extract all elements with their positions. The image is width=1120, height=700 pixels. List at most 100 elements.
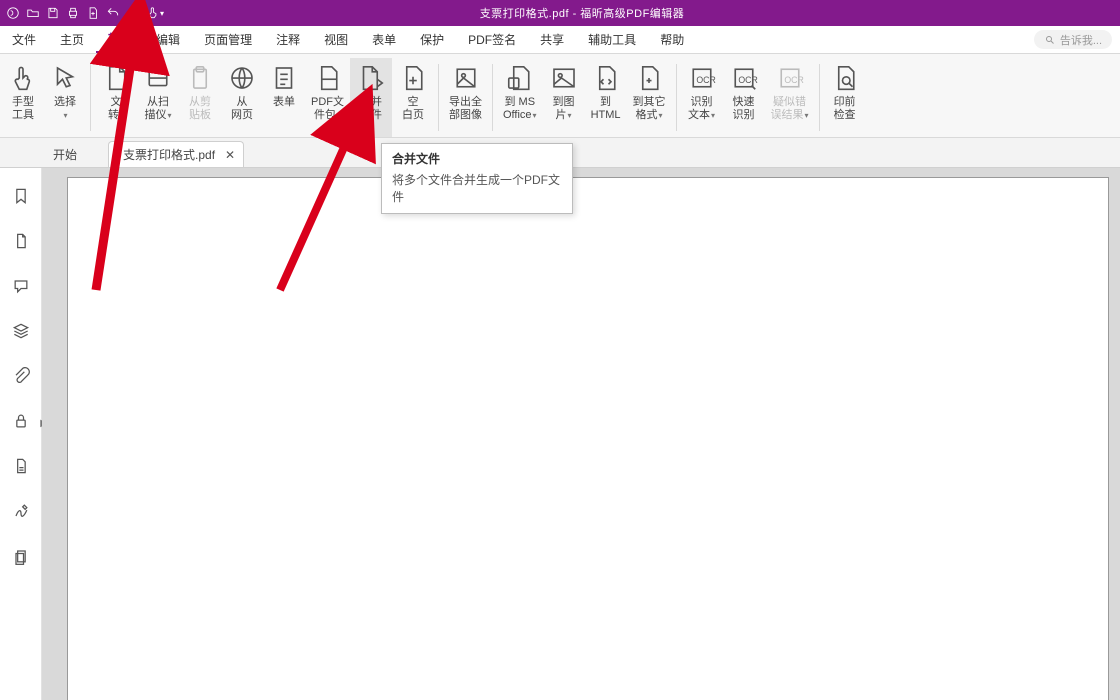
ribbon-preflight[interactable]: 印前检查	[824, 58, 866, 137]
menu-保护[interactable]: 保护	[408, 26, 456, 53]
side-sign-icon[interactable]	[11, 501, 31, 526]
tooltip-description: 将多个文件合并生成一个PDF文件	[392, 171, 562, 205]
ribbon-scanner[interactable]: 从扫描仪▾	[137, 58, 179, 137]
image-icon	[549, 60, 579, 96]
ribbon-label: 疑似错误结果▾	[771, 96, 809, 122]
menu-页面管理[interactable]: 页面管理	[192, 26, 264, 53]
ribbon-label: 到其它格式▾	[633, 96, 666, 122]
side-clipboard-icon[interactable]	[11, 546, 31, 571]
tooltip: 合并文件 将多个文件合并生成一个PDF文件	[381, 143, 573, 214]
ribbon-ocr-fast[interactable]: OCR 快速识别	[723, 58, 765, 137]
side-layers-icon[interactable]	[11, 321, 31, 346]
doc-tab[interactable]: 支票打印格式.pdf ✕	[108, 141, 244, 167]
ribbon-select[interactable]: 选择▾	[44, 58, 86, 137]
side-attach-icon[interactable]	[11, 366, 31, 391]
ribbon-ocr-err: OCR 疑似错误结果▾	[765, 58, 815, 137]
new-icon[interactable]	[86, 6, 100, 20]
other-icon	[634, 60, 664, 96]
svg-text:OCR: OCR	[784, 75, 803, 85]
menu-PDF签名[interactable]: PDF签名	[456, 26, 528, 53]
ribbon-form[interactable]: 表单	[263, 58, 305, 137]
ribbon-label: 快速识别	[733, 96, 755, 122]
close-tab-icon[interactable]: ✕	[225, 148, 235, 162]
scanner-icon	[143, 60, 173, 96]
ribbon-clip: 从剪贴板	[179, 58, 221, 137]
form-icon	[269, 60, 299, 96]
menu-共享[interactable]: 共享	[528, 26, 576, 53]
doc-icon	[101, 60, 131, 96]
quick-access-toolbar: ▾	[0, 6, 164, 20]
ribbon-globe[interactable]: 从网页	[221, 58, 263, 137]
ocr-fast-icon: OCR	[729, 60, 759, 96]
menu-表单[interactable]: 表单	[360, 26, 408, 53]
ribbon-label: 从剪贴板	[189, 96, 211, 122]
menu-帮助[interactable]: 帮助	[648, 26, 696, 53]
menu-bar: 文件主页转换编辑页面管理注释视图表单保护PDF签名共享辅助工具帮助 告诉我...	[0, 26, 1120, 54]
export-img-icon	[451, 60, 481, 96]
window-title: 支票打印格式.pdf - 福昕高级PDF编辑器	[164, 5, 1000, 21]
doc-tab-label: 开始	[53, 146, 77, 163]
select-icon	[50, 60, 80, 96]
doc-tab-label: 支票打印格式.pdf	[123, 146, 215, 163]
ribbon-export-img[interactable]: 导出全部图像	[443, 58, 488, 137]
ribbon: 手型工具选择▾ 文转▾ 从扫描仪▾ 从剪贴板从网页 表单 PDF文件包▾ 合并文件空白页导出…	[0, 54, 1120, 138]
print-icon[interactable]	[66, 6, 80, 20]
ribbon-label: 从网页	[231, 96, 253, 122]
ribbon-merge[interactable]: 合并文件	[350, 58, 392, 137]
package-icon	[313, 60, 343, 96]
menu-文件[interactable]: 文件	[0, 26, 48, 53]
ribbon-label: 表单	[273, 96, 295, 109]
menu-视图[interactable]: 视图	[312, 26, 360, 53]
undo-icon[interactable]	[106, 6, 120, 20]
tooltip-title: 合并文件	[392, 150, 562, 167]
ribbon-label: 从扫描仪▾	[144, 96, 171, 122]
menu-主页[interactable]: 主页	[48, 26, 96, 53]
ribbon-label: 印前检查	[834, 96, 856, 122]
side-bookmark-icon[interactable]	[11, 186, 31, 211]
ribbon-label: 手型工具	[12, 96, 34, 122]
save-icon[interactable]	[46, 6, 60, 20]
ribbon-image[interactable]: 到图片▾	[543, 58, 585, 137]
ocr-icon: OCR	[687, 60, 717, 96]
ribbon-label: 到 MSOffice▾	[503, 96, 537, 122]
ribbon-doc[interactable]: 文转▾	[95, 58, 137, 137]
redo-icon[interactable]	[126, 6, 140, 20]
ribbon-label: 选择▾	[54, 96, 76, 122]
merge-icon	[356, 60, 386, 96]
preflight-icon	[830, 60, 860, 96]
ribbon-label: 空白页	[402, 96, 424, 122]
svg-text:OCR: OCR	[696, 75, 715, 85]
document-area	[42, 168, 1120, 700]
side-comment-icon[interactable]	[11, 276, 31, 301]
globe-icon	[227, 60, 257, 96]
ocr-err-icon: OCR	[775, 60, 805, 96]
tell-me-search[interactable]: 告诉我...	[1034, 30, 1112, 49]
svg-text:OCR: OCR	[738, 75, 757, 85]
ribbon-label: 识别文本▾	[688, 96, 715, 122]
touch-icon[interactable]: ▾	[146, 6, 164, 20]
side-fill-icon[interactable]	[11, 456, 31, 481]
side-security-icon[interactable]	[11, 411, 31, 436]
menu-转换[interactable]: 转换	[96, 26, 144, 53]
ribbon-html[interactable]: 到HTML	[585, 58, 627, 137]
ribbon-label: 到图片▾	[553, 96, 575, 122]
side-panel: ▶	[0, 168, 42, 700]
ribbon-other[interactable]: 到其它格式▾	[627, 58, 672, 137]
ribbon-package[interactable]: PDF文件包▾	[305, 58, 350, 137]
blank-icon	[398, 60, 428, 96]
menu-编辑[interactable]: 编辑	[144, 26, 192, 53]
clip-icon	[185, 60, 215, 96]
doc-tab[interactable]: 开始	[38, 141, 106, 167]
page-canvas[interactable]	[68, 178, 1108, 700]
ribbon-hand[interactable]: 手型工具	[2, 58, 44, 137]
open-icon[interactable]	[26, 6, 40, 20]
menu-注释[interactable]: 注释	[264, 26, 312, 53]
ribbon-ocr[interactable]: OCR 识别文本▾	[681, 58, 723, 137]
ribbon-label: 文转▾	[108, 96, 124, 122]
ribbon-office[interactable]: 到 MSOffice▾	[497, 58, 543, 137]
ribbon-label: 合并文件	[360, 96, 382, 122]
menu-辅助工具[interactable]: 辅助工具	[576, 26, 648, 53]
title-bar: ▾ 支票打印格式.pdf - 福昕高级PDF编辑器	[0, 0, 1120, 26]
ribbon-blank[interactable]: 空白页	[392, 58, 434, 137]
side-page-icon[interactable]	[11, 231, 31, 256]
